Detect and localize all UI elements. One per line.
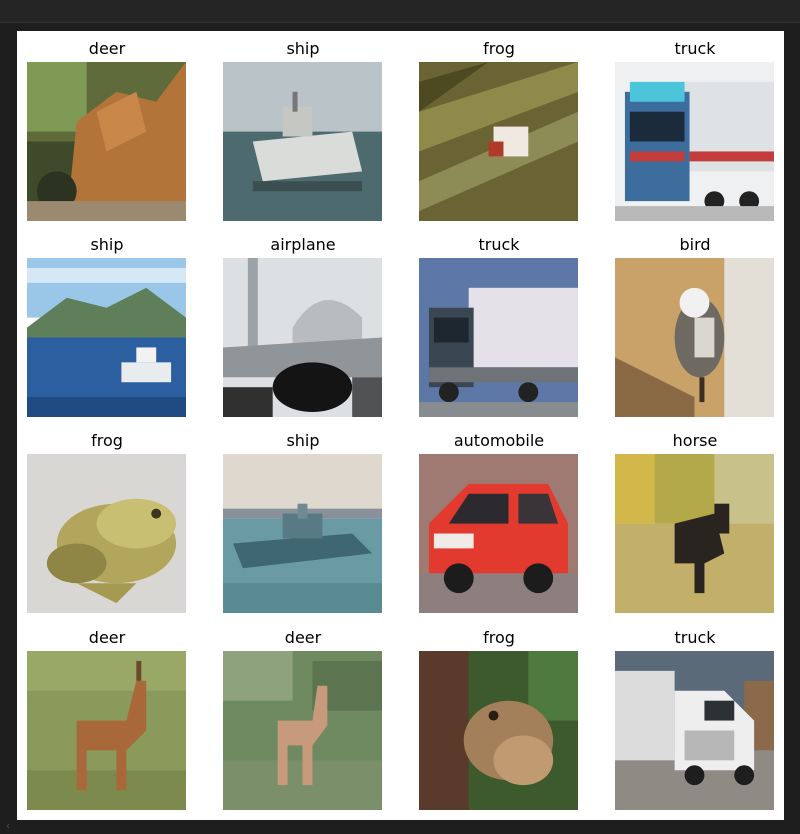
image-grid-panel: deer ship frog truck ship airplane truck… bbox=[17, 31, 784, 820]
image-label: ship bbox=[90, 235, 124, 254]
grid-cell: deer bbox=[27, 625, 187, 810]
grid-cell: ship bbox=[27, 232, 187, 417]
image-label: deer bbox=[88, 39, 126, 58]
grid-cell: deer bbox=[223, 625, 383, 810]
image-label: ship bbox=[286, 39, 320, 58]
truck-photo-icon bbox=[615, 62, 774, 221]
truck-photo-icon bbox=[419, 258, 578, 417]
grid-cell: frog bbox=[27, 428, 187, 613]
deer-photo-icon bbox=[223, 651, 382, 810]
airplane-photo-icon bbox=[223, 258, 382, 417]
grid-cell: airplane bbox=[223, 232, 383, 417]
horse-photo-icon bbox=[615, 454, 774, 613]
image-label: automobile bbox=[453, 431, 545, 450]
corner-arrow-icon: ‹ bbox=[6, 821, 10, 832]
frog-photo-icon bbox=[27, 454, 186, 613]
truck-photo-icon bbox=[615, 651, 774, 810]
grid-cell: ship bbox=[223, 36, 383, 221]
frog-photo-icon bbox=[419, 62, 578, 221]
grid-cell: truck bbox=[615, 625, 775, 810]
image-label: deer bbox=[88, 628, 126, 647]
deer-photo-icon bbox=[27, 62, 186, 221]
image-label: truck bbox=[674, 628, 716, 647]
grid-cell: truck bbox=[615, 36, 775, 221]
image-label: bird bbox=[679, 235, 711, 254]
image-label: frog bbox=[483, 628, 515, 647]
grid-cell: ship bbox=[223, 428, 383, 613]
image-label: frog bbox=[91, 431, 123, 450]
image-label: truck bbox=[674, 39, 716, 58]
grid-cell: horse bbox=[615, 428, 775, 613]
top-toolbar bbox=[0, 0, 800, 23]
grid-cell: truck bbox=[419, 232, 579, 417]
grid-cell: frog bbox=[419, 36, 579, 221]
ship-photo-icon bbox=[27, 258, 186, 417]
image-label: ship bbox=[286, 431, 320, 450]
grid-cell: automobile bbox=[419, 428, 579, 613]
image-label: frog bbox=[483, 39, 515, 58]
image-label: truck bbox=[478, 235, 520, 254]
grid-cell: deer bbox=[27, 36, 187, 221]
frog-photo-icon bbox=[419, 651, 578, 810]
automobile-photo-icon bbox=[419, 454, 578, 613]
deer-photo-icon bbox=[27, 651, 186, 810]
grid-cell: bird bbox=[615, 232, 775, 417]
grid-cell: frog bbox=[419, 625, 579, 810]
image-label: horse bbox=[672, 431, 718, 450]
ship-photo-icon bbox=[223, 454, 382, 613]
ship-photo-icon bbox=[223, 62, 382, 221]
image-label: deer bbox=[284, 628, 322, 647]
bird-photo-icon bbox=[615, 258, 774, 417]
image-label: airplane bbox=[270, 235, 336, 254]
